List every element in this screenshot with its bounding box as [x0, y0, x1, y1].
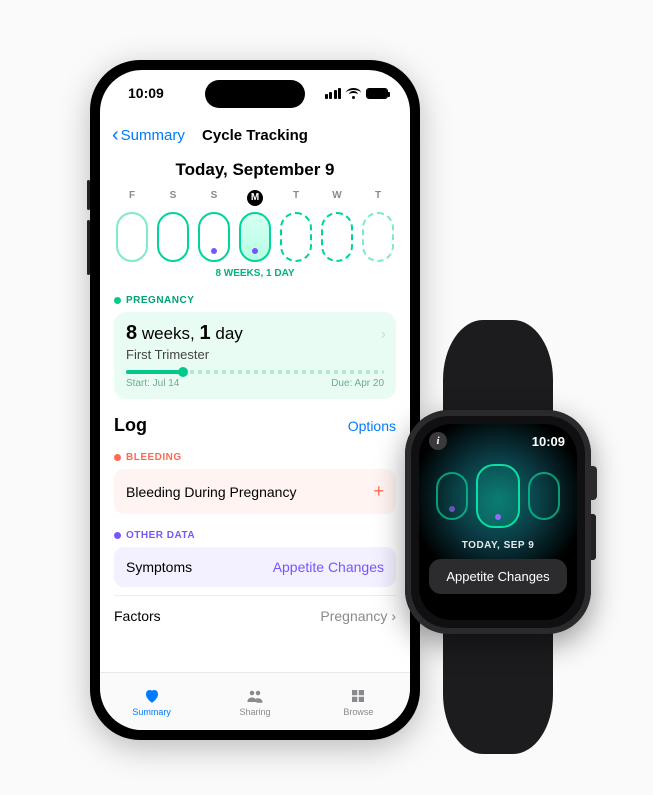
symptoms-row[interactable]: Symptoms Appetite Changes [114, 547, 396, 587]
watch-time: 10:09 [532, 434, 565, 449]
tab-sharing[interactable]: Sharing [203, 673, 306, 730]
log-heading: Log [114, 415, 147, 436]
cellular-icon [325, 88, 342, 99]
watch-cycle-row[interactable] [419, 464, 577, 528]
log-options-button[interactable]: Options [348, 418, 396, 434]
watch-status-bar: i 10:09 [419, 424, 577, 450]
weekday-label: T [362, 190, 394, 206]
people-icon [245, 687, 265, 705]
content-area: Today, September 9 F S S M T W T 8 WEEKS… [100, 154, 410, 672]
weekday-label: F [116, 190, 148, 206]
apple-watch: i 10:09 TODAY, SEP 9 Appetite Changes [398, 320, 598, 754]
duration-caption: 8 WEEKS, 1 DAY [114, 268, 396, 279]
bleeding-section-label: BLEEDING [114, 452, 396, 463]
iphone-frame: 10:09 ‹ Summary Cycle Tracking Today, Se… [90, 60, 420, 740]
cycle-day-future[interactable] [321, 212, 353, 262]
iphone-screen: 10:09 ‹ Summary Cycle Tracking Today, Se… [100, 70, 410, 730]
bullet-icon [114, 532, 121, 539]
cycle-day[interactable] [198, 212, 230, 262]
cycle-day-row[interactable] [114, 212, 396, 262]
cycle-day-future[interactable] [280, 212, 312, 262]
watch-screen: i 10:09 TODAY, SEP 9 Appetite Changes [419, 424, 577, 620]
back-button[interactable]: ‹ Summary [112, 125, 185, 145]
pregnancy-section-label: PREGNANCY [114, 295, 396, 306]
cycle-day[interactable] [116, 212, 148, 262]
watch-cycle-day[interactable] [528, 472, 560, 520]
tab-bar: Summary Sharing Browse [100, 672, 410, 730]
chevron-right-icon: › [391, 608, 396, 624]
watch-symptom-chip[interactable]: Appetite Changes [429, 559, 567, 594]
log-header: Log Options [114, 415, 396, 436]
bullet-icon [114, 454, 121, 461]
heart-icon [142, 687, 162, 705]
log-dot-icon [211, 248, 217, 254]
status-indicators [325, 88, 389, 99]
tab-summary[interactable]: Summary [100, 673, 203, 730]
factors-value: Pregnancy [320, 608, 387, 624]
status-time: 10:09 [128, 85, 164, 101]
wifi-icon [346, 88, 361, 99]
bullet-icon [114, 297, 121, 304]
grid-icon [348, 687, 368, 705]
weekday-label: S [157, 190, 189, 206]
watch-cycle-day[interactable] [436, 472, 468, 520]
watch-date: TODAY, SEP 9 [419, 540, 577, 551]
pregnancy-card[interactable]: 8 weeks, 1 day First Trimester › Start: … [114, 312, 396, 399]
pregnancy-duration: 8 weeks, 1 day [126, 322, 384, 345]
chevron-left-icon: ‹ [112, 125, 119, 145]
today-heading: Today, September 9 [114, 160, 396, 180]
weekday-label: S [198, 190, 230, 206]
tab-browse[interactable]: Browse [307, 673, 410, 730]
cycle-day[interactable] [157, 212, 189, 262]
weekday-label-today: M [247, 190, 263, 206]
bleeding-row-label: Bleeding During Pregnancy [126, 484, 296, 500]
factors-label: Factors [114, 608, 161, 624]
other-data-section-label: OTHER DATA [114, 530, 396, 541]
weekday-label: T [280, 190, 312, 206]
symptoms-value: Appetite Changes [273, 559, 384, 575]
pregnancy-progress-labels: Start: Jul 14 Due: Apr 20 [126, 378, 384, 389]
pregnancy-progress [126, 370, 384, 374]
pregnancy-trimester: First Trimester [126, 347, 384, 362]
symptoms-label: Symptoms [126, 559, 192, 575]
chevron-right-icon: › [381, 326, 386, 344]
watch-cycle-day-today[interactable] [476, 464, 520, 528]
log-dot-icon [449, 506, 455, 512]
weekday-label: W [321, 190, 353, 206]
watch-body: i 10:09 TODAY, SEP 9 Appetite Changes [405, 410, 591, 634]
bleeding-row[interactable]: Bleeding During Pregnancy + [114, 469, 396, 514]
back-label: Summary [121, 127, 185, 144]
digital-crown[interactable] [591, 466, 597, 500]
nav-bar: ‹ Summary Cycle Tracking [100, 116, 410, 154]
watch-side-button[interactable] [591, 514, 596, 560]
factors-row[interactable]: Factors Pregnancy › [114, 595, 396, 636]
weekday-row: F S S M T W T [114, 190, 396, 206]
battery-icon [366, 88, 388, 99]
dynamic-island [205, 80, 305, 108]
cycle-day-today[interactable] [239, 212, 271, 262]
log-dot-icon [495, 514, 501, 520]
cycle-day-future[interactable] [362, 212, 394, 262]
info-icon[interactable]: i [429, 432, 447, 450]
log-dot-icon [252, 248, 258, 254]
plus-icon: + [373, 481, 384, 502]
